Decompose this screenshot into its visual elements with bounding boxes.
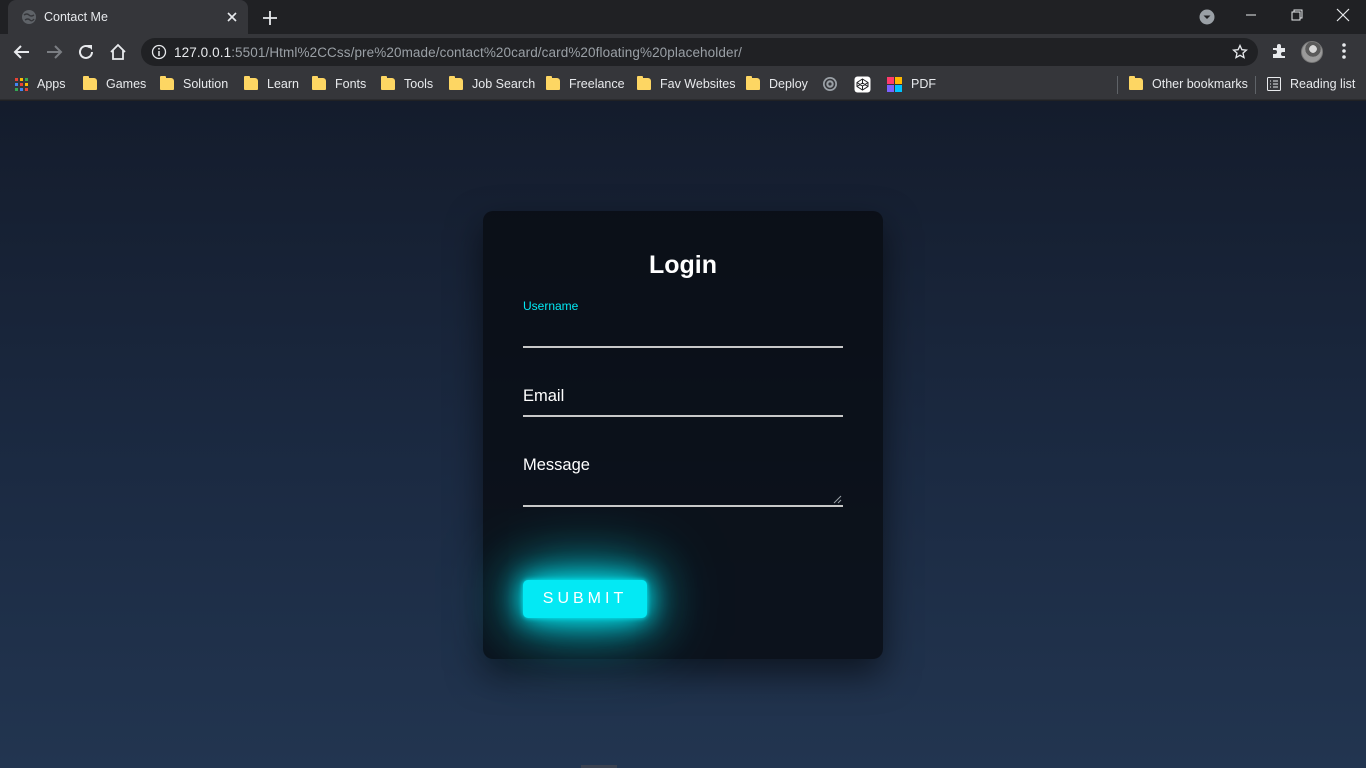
bookmark-folder-deploy[interactable]: Deploy: [746, 70, 808, 98]
reading-list-label: Reading list: [1290, 77, 1356, 91]
codepen-icon: [854, 76, 871, 92]
browser-tab-active[interactable]: Contact Me: [8, 0, 248, 34]
bookmarks-separator: [1117, 76, 1118, 94]
bookmark-folder-solution[interactable]: Solution: [160, 70, 228, 98]
bookmark-label: Games: [106, 77, 147, 91]
email-underline: [523, 415, 843, 417]
folder-icon: [160, 76, 174, 90]
url-path: :5501/Html%2CCss/pre%20made/contact%20ca…: [231, 45, 743, 60]
restore-button[interactable]: [1274, 0, 1320, 30]
form-title: Login: [648, 251, 718, 279]
page-viewport: Login Username Email Message SUBMIT: [0, 101, 1366, 768]
back-arrow-icon[interactable]: [12, 42, 32, 62]
home-icon[interactable]: [108, 42, 128, 62]
username-input[interactable]: [523, 319, 843, 348]
tab-title: Contact Me: [44, 10, 108, 24]
bookmark-folder-learn[interactable]: Learn: [244, 70, 299, 98]
circle-swirl-icon: [823, 77, 837, 91]
minimize-icon: [1246, 14, 1256, 16]
resize-handle-icon[interactable]: [832, 494, 842, 504]
bookmarks-separator: [1255, 76, 1256, 94]
new-tab-plus-icon[interactable]: [260, 8, 280, 28]
bookmark-folder-fonts[interactable]: Fonts: [312, 70, 366, 98]
other-bookmarks-folder[interactable]: Other bookmarks: [1129, 70, 1248, 98]
folder-icon: [449, 76, 463, 90]
folder-icon: [637, 76, 651, 90]
username-label: Username: [523, 299, 579, 313]
bookmark-label: Deploy: [769, 77, 808, 91]
reading-list-icon: [1267, 77, 1281, 91]
apps-grid-icon: [15, 77, 28, 91]
email-input[interactable]: [523, 381, 843, 417]
browser-toolbar: 127.0.0.1:5501/Html%2CCss/pre%20made/con…: [0, 34, 1366, 70]
folder-icon: [1129, 76, 1143, 90]
message-underline: [523, 505, 843, 507]
message-textarea[interactable]: [523, 451, 843, 507]
tab-search-icon[interactable]: [1198, 8, 1216, 26]
bookmark-label: Apps: [37, 77, 66, 91]
submit-button[interactable]: SUBMIT: [523, 580, 647, 618]
url-text[interactable]: 127.0.0.1:5501/Html%2CCss/pre%20made/con…: [174, 45, 742, 60]
other-bookmarks-label: Other bookmarks: [1152, 77, 1248, 91]
bookmark-star-icon[interactable]: [1232, 44, 1248, 60]
bookmark-pdf[interactable]: PDF: [887, 70, 936, 98]
pdf-app-icon: [887, 76, 902, 92]
bookmarks-bar: Apps Games Solution Learn Fonts Tools Jo…: [0, 70, 1366, 100]
bookmark-folder-games[interactable]: Games: [83, 70, 146, 98]
bookmark-folder-job-search[interactable]: Job Search: [449, 70, 535, 98]
bookmark-label: Learn: [267, 77, 299, 91]
bookmark-label: PDF: [911, 77, 936, 91]
bookmark-label: Solution: [183, 77, 229, 91]
bookmark-folder-freelance[interactable]: Freelance: [546, 70, 625, 98]
minimize-button[interactable]: [1228, 0, 1274, 30]
globe-icon: [22, 10, 36, 24]
url-host: 127.0.0.1: [174, 45, 232, 60]
bookmark-apps[interactable]: Apps: [15, 70, 66, 98]
forward-arrow-icon[interactable]: [44, 42, 64, 62]
close-window-button[interactable]: [1320, 0, 1366, 30]
restore-icon: [1291, 9, 1303, 21]
kebab-menu-icon[interactable]: [1336, 42, 1352, 60]
bookmark-folder-tools[interactable]: Tools: [381, 70, 433, 98]
folder-icon: [312, 76, 326, 90]
bookmark-codepen[interactable]: [854, 70, 871, 98]
reload-icon[interactable]: [76, 42, 96, 62]
bookmark-label: Freelance: [569, 77, 625, 91]
login-card: Login Username Email Message SUBMIT: [483, 211, 883, 659]
bookmark-label: Job Search: [472, 77, 536, 91]
folder-icon: [83, 76, 97, 90]
close-icon[interactable]: [224, 9, 240, 25]
site-info-icon[interactable]: [151, 44, 167, 60]
folder-icon: [546, 76, 560, 90]
bookmark-label: Tools: [404, 77, 434, 91]
bookmark-circle-site[interactable]: [822, 70, 838, 98]
tab-strip: Contact Me: [0, 0, 1366, 34]
username-underline: [523, 346, 843, 348]
reading-list-button[interactable]: Reading list: [1267, 70, 1355, 98]
address-bar[interactable]: 127.0.0.1:5501/Html%2CCss/pre%20made/con…: [141, 38, 1258, 66]
bookmark-folder-fav-websites[interactable]: Fav Websites: [637, 70, 736, 98]
profile-avatar[interactable]: [1301, 41, 1323, 63]
bookmark-label: Fonts: [335, 77, 367, 91]
close-window-icon: [1336, 8, 1350, 22]
folder-icon: [381, 76, 395, 90]
bookmark-label: Fav Websites: [660, 77, 736, 91]
folder-icon: [244, 76, 258, 90]
folder-icon: [746, 76, 760, 90]
extensions-puzzle-icon[interactable]: [1270, 42, 1288, 60]
